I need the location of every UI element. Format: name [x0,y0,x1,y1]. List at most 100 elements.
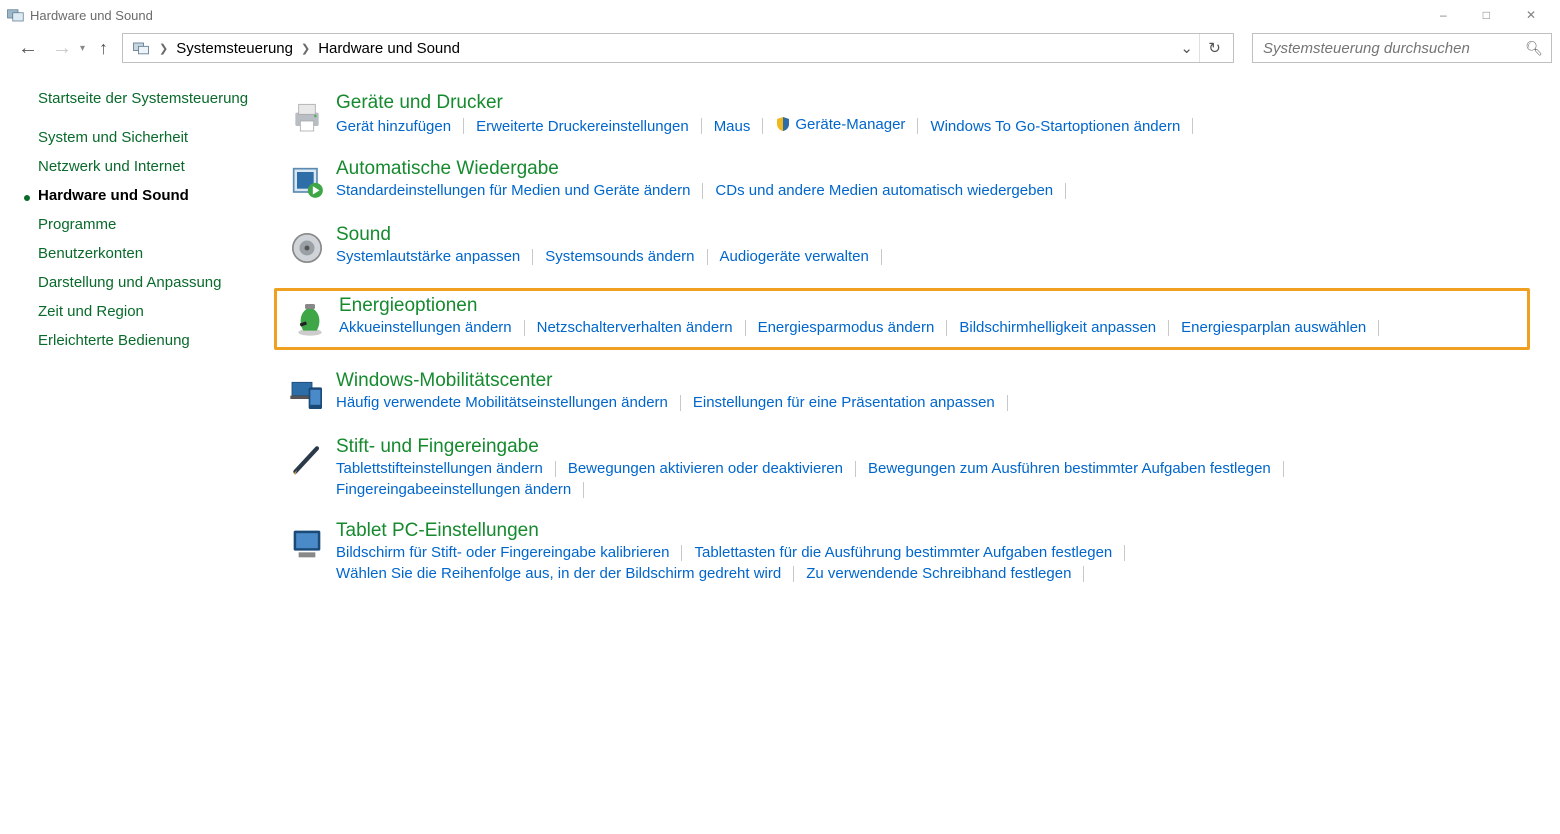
address-bar[interactable]: ❯ Systemsteuerung ❯ Hardware und Sound ⌄… [122,33,1234,63]
link-separator [583,482,584,498]
link-separator [701,118,702,134]
category: Geräte und Drucker Gerät hinzufügen Erweit… [278,90,1530,138]
back-button[interactable]: ← [18,38,38,58]
sidebar-item[interactable]: Programme [38,216,278,233]
category-title[interactable]: Windows-Mobilitätscenter [336,370,552,392]
link-separator [1168,320,1169,336]
sidebar-item[interactable]: Benutzerkonten [38,245,278,262]
category-title[interactable]: Sound [336,224,391,246]
sidebar-item[interactable]: Zeit und Region [38,303,278,320]
category-title[interactable]: Stift- und Fingereingabe [336,436,539,458]
category: Energieoptionen Akkueinstellungen ändern N… [274,288,1530,350]
category-sublink[interactable]: Energiesparplan auswählen [1181,319,1366,336]
link-separator [1283,461,1284,477]
link-separator [793,566,794,582]
sidebar-item[interactable]: Hardware und Sound [38,187,278,204]
control-panel-icon [6,6,24,24]
category-sublink[interactable]: Tablettstifteinstellungen ändern [336,460,543,477]
sidebar-item[interactable]: Netzwerk und Internet [38,158,278,175]
printer-icon [278,92,336,136]
link-separator [745,320,746,336]
sidebar-item[interactable]: Darstellung und Anpassung [38,274,278,291]
breadcrumb-current[interactable]: Hardware und Sound [314,40,464,57]
category-sublink[interactable]: Akkueinstellungen ändern [339,319,512,336]
category-sublink[interactable]: Geräte-Manager [775,116,905,136]
link-separator [881,249,882,265]
up-button[interactable]: ↑ [99,39,108,57]
link-separator [555,461,556,477]
toolbar: ← → ▾ ↑ ❯ Systemsteuerung ❯ Hardware und… [0,30,1560,70]
category-title[interactable]: Automatische Wiedergabe [336,158,559,180]
chevron-right-icon[interactable]: ❯ [297,42,314,55]
link-separator [1124,545,1125,561]
category: Stift- und Fingereingabe Tablettstifteins… [278,434,1530,500]
category-sublink[interactable]: Bewegungen zum Ausführen bestimmter Aufg… [868,460,1271,477]
link-separator [707,249,708,265]
sound-icon [278,224,336,268]
category-sublink[interactable]: CDs und andere Medien automatisch wieder… [715,182,1053,199]
link-separator [1192,118,1193,134]
sidebar-heading[interactable]: Startseite der Systemsteuerung [38,90,278,107]
chevron-right-icon[interactable]: ❯ [155,42,172,55]
main-panel: Geräte und Drucker Gerät hinzufügen Erweit… [278,90,1560,602]
category-sublink[interactable]: Wählen Sie die Reihenfolge aus, in der d… [336,565,781,582]
category: Automatische Wiedergabe Standardeinstellu… [278,156,1530,204]
link-separator [855,461,856,477]
address-dropdown[interactable]: ⌄ [1174,39,1199,57]
minimize-button[interactable]: – [1440,8,1447,22]
category-title[interactable]: Energieoptionen [339,295,477,317]
link-separator [946,320,947,336]
tablet-icon [278,520,336,582]
link-separator [1007,395,1008,411]
pen-icon [278,436,336,498]
link-separator [680,395,681,411]
sidebar-item[interactable]: System und Sicherheit [38,129,278,146]
search-bar[interactable]: 🔍︎ [1252,33,1552,63]
window-title: Hardware und Sound [30,8,153,23]
search-icon[interactable]: 🔍︎ [1525,40,1543,57]
category-sublink[interactable]: Einstellungen für eine Präsentation anpa… [693,394,995,411]
link-separator [524,320,525,336]
category-title[interactable]: Tablet PC-Einstellungen [336,520,539,542]
category-sublink[interactable]: Bildschirm für Stift- oder Fingereingabe… [336,544,669,561]
close-button[interactable]: ✕ [1526,8,1536,22]
breadcrumb-root[interactable]: Systemsteuerung [172,40,297,57]
category: Tablet PC-Einstellungen Bildschirm für St… [278,518,1530,584]
category-sublink[interactable]: Bewegungen aktivieren oder deaktivieren [568,460,843,477]
search-input[interactable] [1261,39,1525,58]
category-title[interactable]: Geräte und Drucker [336,92,503,114]
titlebar: Hardware und Sound – □ ✕ [0,0,1560,30]
category-sublink[interactable]: Erweiterte Druckereinstellungen [476,118,689,135]
category-sublink[interactable]: Zu verwendende Schreibhand festlegen [806,565,1071,582]
maximize-button[interactable]: □ [1483,8,1490,22]
refresh-button[interactable]: ↻ [1199,34,1229,62]
link-separator [762,118,763,134]
category-sublink[interactable]: Maus [714,118,751,135]
category: Sound Systemlautstärke anpassen Systemsoun… [278,222,1530,270]
category-sublink[interactable]: Gerät hinzufügen [336,118,451,135]
link-separator [532,249,533,265]
link-separator [463,118,464,134]
category-sublink[interactable]: Energiesparmodus ändern [758,319,935,336]
forward-button[interactable]: → [52,38,72,58]
link-separator [1065,183,1066,199]
category-sublink[interactable]: Tablettasten für die Ausführung bestimmt… [694,544,1112,561]
mobility-icon [278,370,336,414]
link-separator [702,183,703,199]
category-sublink[interactable]: Systemsounds ändern [545,248,694,265]
category-sublink[interactable]: Systemlautstärke anpassen [336,248,520,265]
link-separator [1083,566,1084,582]
shield-icon [775,116,791,136]
sidebar-item[interactable]: Erleichterte Bedienung [38,332,278,349]
category-sublink[interactable]: Netzschalterverhalten ändern [537,319,733,336]
category-sublink[interactable]: Audiogeräte verwalten [720,248,869,265]
history-dropdown[interactable]: ▾ [80,43,85,54]
link-separator [681,545,682,561]
category-sublink[interactable]: Fingereingabeeinstellungen ändern [336,481,571,498]
category-sublink[interactable]: Standardeinstellungen für Medien und Ger… [336,182,690,199]
link-separator [917,118,918,134]
address-icon [131,38,151,58]
category-sublink[interactable]: Bildschirmhelligkeit anpassen [959,319,1156,336]
category-sublink[interactable]: Häufig verwendete Mobilitätseinstellunge… [336,394,668,411]
category-sublink[interactable]: Windows To Go-Startoptionen ändern [930,118,1180,135]
